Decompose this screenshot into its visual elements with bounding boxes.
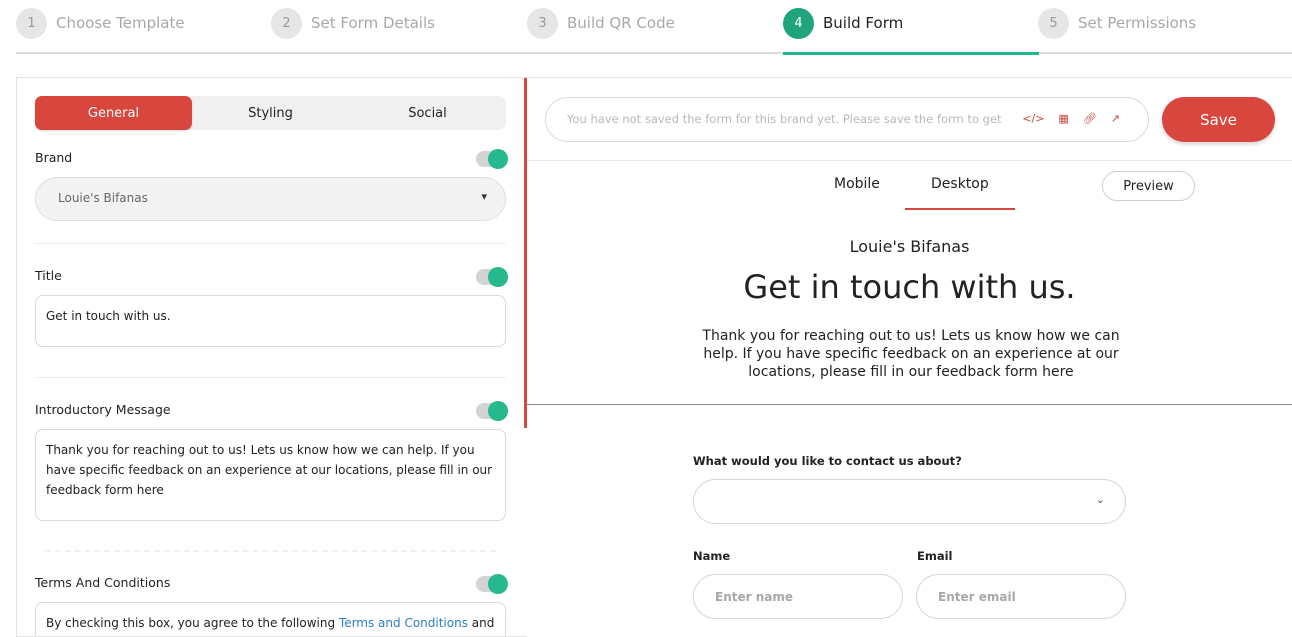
preview-divider (527, 404, 1292, 405)
step-number: 4 (783, 7, 814, 39)
divider (35, 377, 506, 378)
brand-label: Brand (35, 150, 73, 165)
active-step-indicator (783, 52, 1039, 55)
brand-select-value: Louie's Bifanas (58, 191, 148, 205)
terms-label: Terms And Conditions (35, 575, 171, 590)
link-icon[interactable]: 🔗︎ (1083, 112, 1097, 126)
title-input[interactable]: Get in touch with us. (35, 295, 506, 347)
tab-desktop[interactable]: Desktop (931, 176, 989, 192)
brand-toggle[interactable] (476, 149, 508, 169)
name-input[interactable]: Enter name (693, 574, 903, 619)
code-icon[interactable]: </> (1022, 112, 1044, 126)
chevron-down-icon: ▾ (481, 190, 487, 203)
chevron-down-icon: ⌄ (1095, 493, 1105, 506)
name-label: Name (693, 549, 731, 563)
toggle-knob (488, 267, 508, 287)
email-label: Email (917, 549, 953, 563)
stepper-baseline (16, 52, 1292, 54)
toggle-knob (488, 149, 508, 169)
save-button[interactable]: Save (1162, 97, 1275, 142)
toolbar-divider (527, 160, 1292, 161)
step-label: Build QR Code (567, 14, 675, 32)
divider (35, 243, 506, 244)
step-set-form-details[interactable]: 2 Set Form Details (271, 7, 435, 39)
preview-headline: Get in touch with us. (743, 268, 1076, 306)
brand-select[interactable]: Louie's Bifanas ▾ (35, 177, 506, 221)
tab-mobile[interactable]: Mobile (834, 176, 880, 192)
terms-link[interactable]: Terms and Conditions (339, 616, 468, 630)
external-link-icon[interactable]: ↗ (1111, 112, 1120, 126)
title-label: Title (35, 268, 62, 283)
preview-button[interactable]: Preview (1102, 171, 1195, 201)
url-actions: </> ▦ 🔗︎ ↗ (1016, 112, 1120, 126)
active-view-indicator (905, 208, 1015, 210)
tab-social[interactable]: Social (349, 96, 506, 130)
intro-label: Introductory Message (35, 402, 171, 417)
step-set-permissions[interactable]: 5 Set Permissions (1038, 7, 1196, 39)
step-number: 3 (527, 7, 558, 39)
form-url-bar[interactable]: You have not saved the form for this bra… (545, 97, 1149, 142)
settings-tabs: General Styling Social (35, 96, 506, 130)
step-label: Set Permissions (1078, 14, 1197, 32)
step-number: 5 (1038, 7, 1069, 39)
preview-panel: You have not saved the form for this bra… (527, 77, 1292, 637)
tab-general[interactable]: General (35, 96, 192, 130)
terms-text-after: and (467, 616, 495, 630)
contact-about-label: What would you like to contact us about? (693, 454, 962, 468)
dashed-divider (45, 550, 496, 552)
tab-styling[interactable]: Styling (192, 96, 349, 130)
preview-intro: Thank you for reaching out to us! Lets u… (702, 328, 1120, 380)
preview-brand-name: Louie's Bifanas (849, 237, 970, 256)
stepper: 1 Choose Template 2 Set Form Details 3 B… (0, 0, 1292, 56)
terms-text-before: By checking this box, you agree to the f… (46, 616, 339, 630)
title-toggle[interactable] (476, 267, 508, 287)
terms-toggle[interactable] (476, 574, 508, 594)
contact-about-select[interactable]: ⌄ (693, 479, 1126, 524)
step-build-form[interactable]: 4 Build Form (783, 7, 903, 39)
step-label: Set Form Details (311, 14, 435, 32)
intro-toggle[interactable] (476, 401, 508, 421)
qr-icon[interactable]: ▦ (1058, 112, 1068, 126)
settings-panel: General Styling Social Brand Louie's Bif… (16, 77, 527, 637)
step-number: 1 (16, 7, 47, 39)
email-placeholder: Enter email (938, 590, 1016, 604)
step-build-qr-code[interactable]: 3 Build QR Code (527, 7, 675, 39)
step-label: Build Form (823, 14, 904, 32)
email-input[interactable]: Enter email (916, 574, 1126, 619)
toggle-knob (488, 574, 508, 594)
name-placeholder: Enter name (715, 590, 793, 604)
step-number: 2 (271, 7, 302, 39)
intro-textarea[interactable]: Thank you for reaching out to us! Lets u… (35, 429, 506, 521)
step-choose-template[interactable]: 1 Choose Template (16, 7, 185, 39)
step-label: Choose Template (56, 14, 185, 32)
url-placeholder: You have not saved the form for this bra… (567, 112, 1002, 126)
toggle-knob (488, 401, 508, 421)
